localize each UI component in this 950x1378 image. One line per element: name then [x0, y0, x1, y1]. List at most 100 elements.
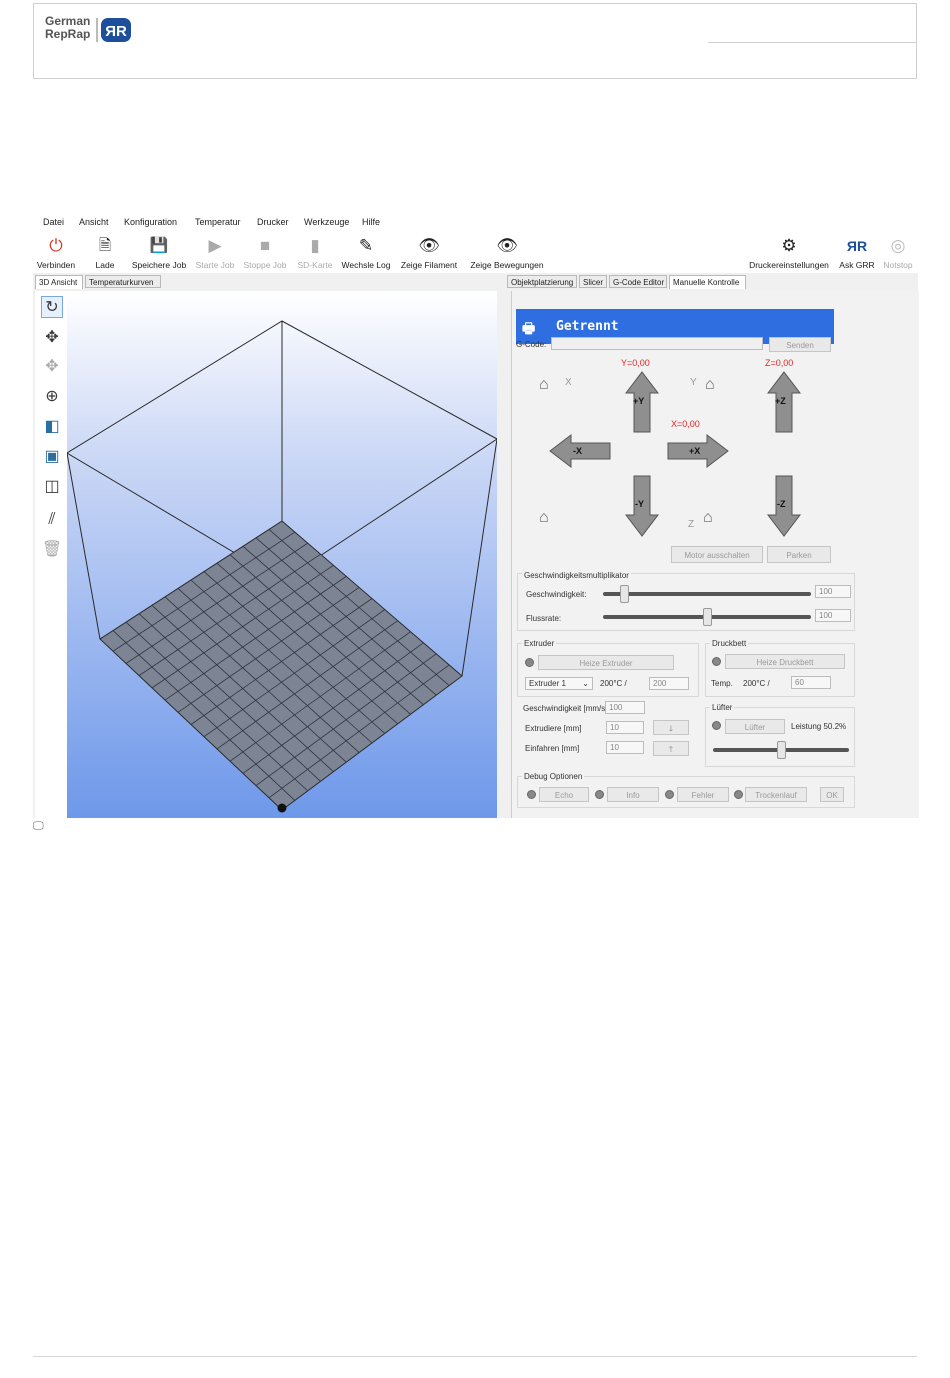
emergency-stop-button[interactable]: ◎ Notstop [879, 231, 917, 273]
toggle-log-button[interactable]: ✎ Wechsle Log [339, 231, 393, 273]
motor-off-button[interactable]: Motor ausschalten [671, 546, 763, 563]
floppy-icon: 💾 [149, 237, 169, 254]
extrude-speed-label: Geschwindigkeit [mm/s] [523, 704, 608, 713]
flow-spinbox[interactable]: 100 [815, 609, 851, 622]
extrude-label: Extrudiere [mm] [525, 724, 582, 733]
menu-view[interactable]: Ansicht [79, 217, 109, 227]
bed-heat-radio[interactable] [712, 657, 721, 666]
menu-help[interactable]: Hilfe [362, 217, 380, 227]
park-button[interactable]: Parken [767, 546, 831, 563]
emergency-stop-label: Notstop [883, 260, 913, 270]
dry-run-radio[interactable] [734, 790, 743, 799]
front-view-icon[interactable]: ▣ [41, 446, 63, 468]
power-icon: ⏻ [49, 236, 63, 255]
view-toolbar: ↻ ✥ ✥ ⊕ ◧ ▣ ◫ ⫽ 🗑 [35, 291, 67, 818]
extruder-select[interactable]: Extruder 1 ⌄ [525, 677, 593, 690]
retract-spinbox[interactable]: 10 [606, 741, 644, 754]
rotate-icon[interactable]: ↻ [41, 296, 63, 318]
home-z-icon[interactable]: ⌂ [703, 509, 713, 527]
sd-card-button[interactable]: ▮ SD-Karte [293, 231, 337, 273]
echo-radio[interactable] [527, 790, 536, 799]
printer-settings-label: Druckereinstellungen [749, 260, 829, 270]
error-button[interactable]: Fehler [677, 787, 729, 802]
bed-target-spinbox[interactable]: 60 [791, 676, 831, 689]
jog-minus-z-label: -Z [777, 499, 786, 509]
menu-printer[interactable]: Drucker [257, 217, 289, 227]
3d-viewport[interactable] [66, 291, 498, 818]
show-filament-button[interactable]: 👁 Zeige Filament [397, 231, 461, 273]
menu-file[interactable]: Datei [43, 217, 64, 227]
svg-text:ЯR: ЯR [105, 23, 127, 40]
home-all-icon[interactable]: ⌂ [539, 509, 549, 527]
flow-slider[interactable] [703, 608, 712, 626]
bed-temp: 200°C / [743, 679, 770, 688]
extruder-heat-radio[interactable] [525, 658, 534, 667]
tab-3d-view[interactable]: 3D Ansicht [35, 275, 83, 289]
bed-title: Druckbett [710, 639, 749, 648]
fan-title: Lüfter [710, 703, 735, 712]
tab-slicer[interactable]: Slicer [579, 275, 607, 288]
speed-multiplier-title: Geschwindigkeitsmultiplikator [522, 571, 631, 580]
dry-run-button[interactable]: Trockenlauf [745, 787, 807, 802]
speed-slider-track [603, 592, 811, 596]
retract-up-button[interactable]: 🡑 [653, 741, 689, 756]
send-button[interactable]: Senden [769, 337, 831, 352]
y-position: Y=0,00 [621, 358, 650, 368]
zoom-icon[interactable]: ⊕ [41, 386, 63, 408]
load-label: Lade [95, 260, 115, 270]
move-object-icon[interactable]: ✥ [41, 356, 63, 378]
move-icon[interactable]: ✥ [41, 327, 63, 349]
extruder-target-spinbox[interactable]: 200 [649, 677, 689, 690]
printer-settings-button[interactable]: ⚙ Druckereinstellungen [743, 231, 835, 273]
speed-spinbox[interactable]: 100 [815, 585, 851, 598]
home-z-label: Z [688, 519, 695, 530]
arrow-up-icon: 🡑 [668, 745, 674, 754]
tab-manual-control[interactable]: Manuelle Kontrolle [669, 275, 746, 289]
menu-temperature[interactable]: Temperatur [195, 217, 241, 227]
save-job-button[interactable]: 💾 Speichere Job [131, 231, 187, 273]
home-x-icon[interactable]: ⌂ [539, 376, 549, 394]
grr-icon: ЯR [846, 238, 868, 254]
parallel-lines-icon[interactable]: ⫽ [41, 509, 63, 531]
gcode-input[interactable] [551, 337, 763, 350]
trash-icon[interactable]: 🗑 [41, 539, 63, 561]
ask-grr-button[interactable]: ЯR Ask GRR [837, 231, 877, 273]
heat-extruder-button[interactable]: Heize Extruder [538, 655, 674, 670]
speed-slider[interactable] [619, 585, 629, 603]
info-radio[interactable] [595, 790, 604, 799]
tab-object-placement[interactable]: Objektplatzierung [507, 275, 577, 288]
origin-marker [277, 803, 287, 813]
debug-ok-button[interactable]: OK [820, 787, 844, 802]
menu-tools[interactable]: Werkzeuge [304, 217, 349, 227]
start-job-button[interactable]: ▶ Starte Job [193, 231, 237, 273]
extrude-down-button[interactable]: 🡓 [653, 720, 689, 735]
fan-slider[interactable] [777, 741, 787, 759]
ask-grr-label: Ask GRR [839, 260, 875, 270]
heat-bed-button[interactable]: Heize Druckbett [725, 654, 845, 669]
save-job-label: Speichere Job [131, 260, 187, 270]
tab-gcode-editor[interactable]: G-Code Editor [609, 275, 667, 288]
extruder-title: Extruder [522, 639, 557, 648]
show-moves-button[interactable]: 👁 Zeige Bewegungen [467, 231, 547, 273]
printer-icon: 🖶 [522, 321, 536, 337]
connect-button[interactable]: ⏻ Verbinden [33, 231, 79, 273]
start-job-label: Starte Job [195, 260, 235, 270]
extrude-spinbox[interactable]: 10 [606, 721, 644, 734]
error-radio[interactable] [665, 790, 674, 799]
echo-button[interactable]: Echo [539, 787, 589, 802]
load-button[interactable]: 🗎 Lade [85, 231, 125, 273]
stop-job-button[interactable]: ■ Stoppe Job [241, 231, 289, 273]
fan-button[interactable]: Lüfter [725, 719, 785, 734]
home-y-label: Y [690, 377, 697, 388]
extrude-speed-spinbox[interactable]: 100 [605, 701, 645, 714]
home-y-icon[interactable]: ⌂ [705, 376, 715, 394]
stop-job-label: Stoppe Job [243, 260, 287, 270]
menu-config[interactable]: Konfiguration [124, 217, 177, 227]
fan-radio[interactable] [712, 721, 721, 730]
info-button[interactable]: Info [607, 787, 659, 802]
tab-temperature-curves[interactable]: Temperaturkurven [85, 275, 161, 288]
top-view-icon[interactable]: ◫ [41, 476, 63, 498]
document-icon: 🗎 [98, 237, 112, 254]
show-filament-label: Zeige Filament [400, 260, 458, 270]
iso-view-icon[interactable]: ◧ [41, 416, 63, 438]
